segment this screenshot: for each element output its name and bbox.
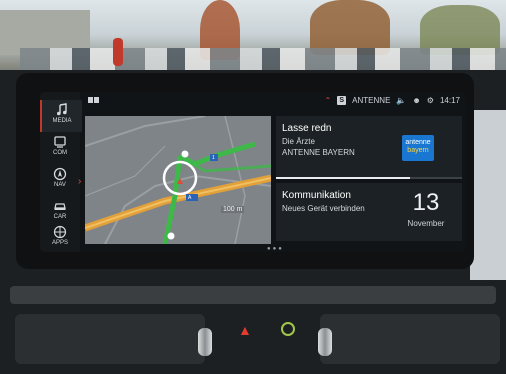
phone-icon [54, 136, 66, 148]
playback-progress-fill [276, 177, 410, 179]
communication-widget[interactable]: Kommunikation Neues Gerät verbinden 13 N… [276, 183, 462, 241]
navigation-icon [53, 167, 67, 181]
person [113, 38, 123, 66]
park-assist-button[interactable] [281, 322, 295, 336]
station-name: ANTENNE BAYERN [282, 148, 355, 157]
road-shield: 1 [212, 155, 215, 161]
vent-control-right[interactable] [318, 328, 332, 356]
sidebar-item-com[interactable]: COM [40, 132, 80, 164]
media-widget[interactable]: Lasse redn Die Ärzte ANTENNE BAYERN ante… [276, 116, 462, 179]
dashboard-trim [10, 286, 496, 304]
song-title: Lasse redn [282, 123, 332, 134]
map-canvas [85, 116, 271, 244]
audio-source-label: ANTENNE [352, 95, 391, 105]
music-note-icon [57, 103, 67, 116]
tree [310, 0, 390, 55]
infotainment-screen: MEDIA COM NAV CAR APPS › ⌃ S ANTENNE 🔈 ☻… [40, 92, 466, 252]
air-vent-left [15, 314, 205, 364]
playback-progress [276, 177, 462, 179]
widget-subtitle: Neues Gerät verbinden [282, 204, 365, 213]
car-icon [54, 203, 66, 210]
chevron-right-icon[interactable]: › [78, 176, 81, 187]
user-icon: ☻ [412, 95, 421, 105]
status-bar: ⌃ S ANTENNE 🔈 ☻ ⚙ 14:17 [84, 92, 466, 106]
page-indicator: ●●● [267, 246, 284, 252]
clock: 14:17 [439, 95, 460, 105]
station-logo: antenne bayern [402, 135, 434, 161]
map-scale: 100 m [221, 206, 245, 213]
calendar-day: 13 [412, 189, 440, 216]
sidebar-item-apps[interactable]: APPS [40, 222, 80, 252]
source-icon: S [337, 95, 347, 105]
sidebar-item-nav[interactable]: NAV [40, 164, 80, 196]
sidebar-item-label: COM [53, 150, 67, 156]
window-reflection [470, 110, 506, 280]
highway-shield: A [188, 195, 192, 201]
hazard-button[interactable]: ▲ [238, 322, 252, 338]
caret-up-icon[interactable]: ⌃ [324, 96, 331, 105]
sidebar-item-label: MEDIA [52, 118, 72, 124]
navigation-map[interactable]: A 1 100 m [85, 116, 271, 244]
sidebar-item-label: APPS [51, 240, 68, 246]
main-menu-sidebar: MEDIA COM NAV CAR APPS [40, 92, 82, 252]
vent-control-left[interactable] [198, 328, 212, 356]
settings-icon: ⚙ [426, 95, 434, 105]
mute-icon: 🔈 [396, 95, 407, 105]
widget-title: Kommunikation [282, 190, 351, 201]
apps-globe-icon [53, 225, 67, 239]
artist-name: Die Ärzte [282, 137, 315, 146]
sidebar-item-label: NAV [54, 182, 66, 188]
status-area: ⌃ S ANTENNE 🔈 ☻ ⚙ 14:17 [324, 94, 460, 106]
sidebar-item-media[interactable]: MEDIA [40, 100, 82, 132]
sidebar-item-label: CAR [53, 214, 67, 220]
air-vent-right [320, 314, 500, 364]
calendar-month: November [407, 219, 445, 228]
split-screen-icon[interactable] [88, 97, 99, 103]
